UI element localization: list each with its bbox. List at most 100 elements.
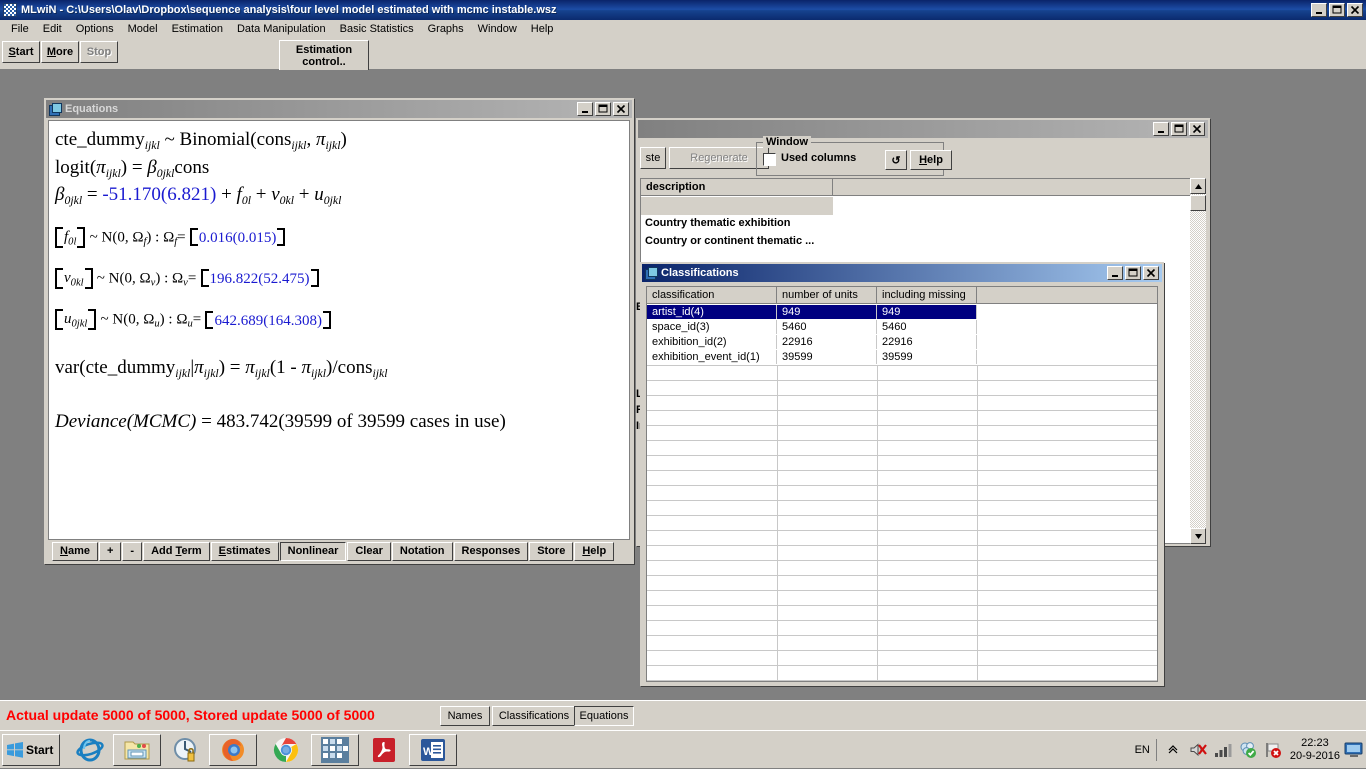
- menu-item-basic-statistics[interactable]: Basic Statistics: [333, 21, 421, 37]
- equations-canvas[interactable]: cte_dummyijkl ~ Binomial(consijkl, πijkl…: [48, 120, 630, 540]
- menu-item-window[interactable]: Window: [471, 21, 524, 37]
- eq-f-value-matrix: 0.016(0.015): [190, 228, 286, 246]
- security-icon[interactable]: [162, 734, 210, 766]
- stop-button: Stop: [80, 41, 118, 63]
- eq-f-value[interactable]: 0.016(0.015): [199, 230, 277, 246]
- classifications-column-header-missing[interactable]: including missing: [877, 287, 977, 304]
- table-row[interactable]: artist_id(4) 949 949: [647, 305, 1157, 319]
- clock[interactable]: 22:23 20-9-2016: [1290, 737, 1340, 763]
- menu-item-model[interactable]: Model: [121, 21, 165, 37]
- mlwin-icon[interactable]: [311, 734, 359, 766]
- adobe-reader-icon[interactable]: [360, 734, 408, 766]
- names-scroll-up-button[interactable]: [1190, 178, 1206, 194]
- firefox-icon[interactable]: [209, 734, 257, 766]
- eq-v-value[interactable]: 196.822(52.475): [210, 271, 310, 287]
- equations-titlebar: Equations: [46, 100, 632, 118]
- volume-muted-icon[interactable]: [1188, 740, 1208, 760]
- table-row[interactable]: exhibition_event_id(1) 39599 39599: [647, 350, 1157, 364]
- equations-clear-button[interactable]: Clear: [347, 542, 391, 561]
- paste-button[interactable]: ste: [640, 147, 666, 169]
- status-tab-names[interactable]: Names: [440, 706, 490, 726]
- estimation-control-button[interactable]: Estimation control..: [279, 40, 369, 72]
- antivirus-icon[interactable]: [1238, 740, 1258, 760]
- equations-plus-button[interactable]: +: [99, 542, 121, 561]
- names-scroll-down-button[interactable]: [1190, 528, 1206, 544]
- equations-store-button[interactable]: Store: [529, 542, 573, 561]
- eq-link-beta: β: [147, 157, 156, 178]
- menu-bar: File Edit Options Model Estimation Data …: [0, 20, 1366, 38]
- equations-maximize-button[interactable]: [595, 102, 611, 116]
- equations-add-term-button[interactable]: Add Term: [143, 542, 210, 561]
- menu-item-graphs[interactable]: Graphs: [421, 21, 471, 37]
- language-indicator[interactable]: EN: [1135, 744, 1150, 756]
- classifications-close-button[interactable]: [1143, 266, 1159, 280]
- names-column-header-blank[interactable]: [833, 179, 1205, 196]
- used-columns-checkbox[interactable]: [763, 153, 776, 166]
- internet-explorer-icon[interactable]: [66, 734, 114, 766]
- classifications-grid[interactable]: classification number of units including…: [646, 286, 1158, 682]
- grid-row-separator: [647, 560, 1157, 561]
- close-button[interactable]: [1347, 3, 1363, 17]
- start-button-label-rest: tart: [16, 46, 34, 58]
- names-minimize-button[interactable]: [1153, 122, 1169, 136]
- names-close-button[interactable]: [1189, 122, 1205, 136]
- eq-u-dist-end: ) : Ω: [160, 312, 188, 328]
- equations-name-button[interactable]: Name: [52, 542, 98, 561]
- status-tab-classifications[interactable]: Classifications: [492, 706, 576, 726]
- eq-v-vector: v0kl: [55, 268, 93, 289]
- menu-item-data-manipulation[interactable]: Data Manipulation: [230, 21, 333, 37]
- eq-var-pi1: π: [194, 357, 204, 378]
- names-vertical-scrollbar[interactable]: [1190, 178, 1206, 544]
- maximize-button[interactable]: [1329, 3, 1345, 17]
- word-icon[interactable]: W: [409, 734, 457, 766]
- names-help-button[interactable]: Help: [910, 150, 952, 170]
- classifications-column-header-blank[interactable]: [977, 287, 1157, 304]
- classifications-window[interactable]: Classifications classification number of…: [640, 262, 1164, 686]
- equations-minus-button[interactable]: -: [122, 542, 142, 561]
- equations-close-button[interactable]: [613, 102, 629, 116]
- eq-v-equals: =: [188, 270, 196, 286]
- equations-responses-button[interactable]: Responses: [454, 542, 529, 561]
- start-button[interactable]: Start: [2, 734, 60, 766]
- equation-link-function: logit(πijkl) = β0jklcons: [55, 158, 506, 180]
- equations-help-button[interactable]: Help: [574, 542, 614, 561]
- equations-window[interactable]: Equations cte_dummyijkl ~ Binomial(consi…: [44, 98, 634, 564]
- menu-item-help[interactable]: Help: [524, 21, 561, 37]
- minimize-button[interactable]: [1311, 3, 1327, 17]
- file-explorer-icon[interactable]: [113, 734, 161, 766]
- cell-missing: 39599: [877, 350, 977, 364]
- eq-var-mid: ) =: [219, 357, 246, 378]
- table-row[interactable]: space_id(3) 5460 5460: [647, 320, 1157, 334]
- menu-item-edit[interactable]: Edit: [36, 21, 69, 37]
- network-signal-icon[interactable]: [1213, 740, 1233, 760]
- names-scroll-thumb[interactable]: [1190, 195, 1206, 211]
- grid-row-separator: [647, 635, 1157, 636]
- start-button[interactable]: Start: [2, 41, 40, 63]
- equations-nonlinear-button[interactable]: Nonlinear: [280, 542, 347, 561]
- equations-notation-button[interactable]: Notation: [392, 542, 453, 561]
- grid-row-separator: [647, 425, 1157, 426]
- status-tab-equations[interactable]: Equations: [574, 706, 634, 726]
- menu-item-estimation[interactable]: Estimation: [165, 21, 230, 37]
- show-desktop-icon[interactable]: [1344, 740, 1364, 760]
- eq-u-value[interactable]: 642.689(164.308): [214, 313, 322, 329]
- classifications-maximize-button[interactable]: [1125, 266, 1141, 280]
- menu-item-file[interactable]: File: [4, 21, 36, 37]
- chrome-icon[interactable]: [262, 734, 310, 766]
- flag-alert-icon[interactable]: [1263, 740, 1283, 760]
- show-hidden-icons-icon[interactable]: [1163, 740, 1183, 760]
- more-button[interactable]: More: [41, 41, 79, 63]
- classifications-column-header-units[interactable]: number of units: [777, 287, 877, 304]
- equations-estimates-button[interactable]: Estimates: [211, 542, 279, 561]
- equations-minimize-button[interactable]: [577, 102, 593, 116]
- eq-u-equals: =: [193, 312, 201, 328]
- names-column-header-description[interactable]: description: [641, 179, 833, 196]
- names-maximize-button[interactable]: [1171, 122, 1187, 136]
- classifications-column-header-classification[interactable]: classification: [647, 287, 777, 304]
- classifications-minimize-button[interactable]: [1107, 266, 1123, 280]
- menu-item-options[interactable]: Options: [69, 21, 121, 37]
- table-row[interactable]: exhibition_id(2) 22916 22916: [647, 335, 1157, 349]
- refresh-button[interactable]: ↺: [885, 150, 907, 170]
- eq-fixed-estimate[interactable]: -51.170(6.821): [102, 184, 216, 205]
- eq-f-dist-end: ) : Ω: [146, 229, 174, 245]
